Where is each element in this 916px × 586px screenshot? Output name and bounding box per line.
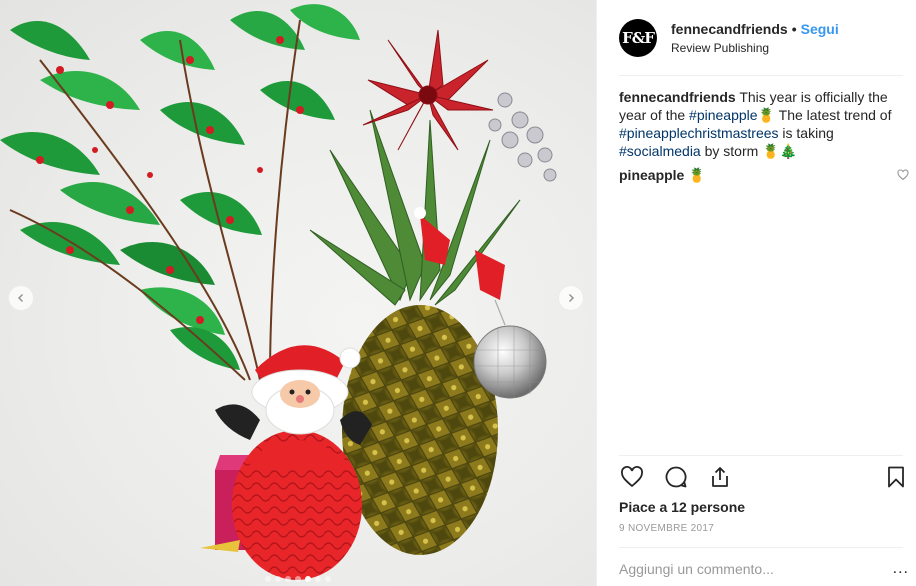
share-button[interactable] (707, 464, 733, 490)
caption-text: by storm (704, 143, 759, 159)
likes-count[interactable]: Piace a 12 persone (619, 498, 745, 516)
caption-username[interactable]: fennecandfriends (619, 89, 736, 105)
header-separator: • (791, 21, 797, 37)
heart-icon (621, 466, 643, 488)
post-actions (619, 462, 909, 492)
small-heart-icon[interactable] (897, 169, 909, 181)
share-icon (712, 467, 728, 487)
carousel-dot[interactable] (265, 576, 271, 582)
carousel-dot[interactable] (325, 576, 331, 582)
bookmark-icon (888, 466, 904, 488)
post-header: F&F fennecandfriends • Segui Review Publis… (619, 16, 905, 60)
add-comment-section: ... (619, 561, 909, 577)
like-button[interactable] (619, 464, 645, 490)
more-options-button[interactable]: ... (893, 561, 909, 577)
post-details-panel: F&F fennecandfriends • Segui Review Publis… (596, 0, 916, 586)
comment-button[interactable] (663, 464, 689, 490)
pineapple-christmas-tree-image (0, 4, 557, 580)
carousel-indicator (0, 576, 596, 582)
post-photo[interactable] (0, 0, 596, 586)
hashtag-pineapple[interactable]: #pineapple (689, 107, 758, 123)
comment-icon (665, 466, 687, 488)
comment-item: pineapple 🍍 (619, 166, 909, 184)
hashtag-socialmedia[interactable]: #socialmedia (619, 143, 701, 159)
author-username[interactable]: fennecandfriends (671, 21, 788, 37)
post-caption: fennecandfriends This year is officially… (619, 88, 905, 160)
follow-button[interactable]: Segui (801, 21, 839, 37)
comment-text[interactable]: pineapple (619, 167, 684, 183)
next-slide-button[interactable] (558, 285, 584, 311)
divider (619, 455, 903, 456)
caption-text: The latest trend of (778, 107, 892, 123)
previous-slide-button[interactable] (8, 285, 34, 311)
avatar[interactable]: F&F (619, 19, 657, 57)
comment-input[interactable] (619, 561, 859, 577)
caption-text: is taking (782, 125, 834, 141)
carousel-dot[interactable] (305, 576, 311, 582)
divider (619, 547, 903, 548)
carousel-dot[interactable] (275, 576, 281, 582)
carousel-dot[interactable] (315, 576, 321, 582)
pineapple-tree-emoji: 🍍🎄 (762, 143, 798, 159)
carousel-dot[interactable] (295, 576, 301, 582)
header-text: fennecandfriends • Segui Review Publishing (671, 20, 839, 56)
comment-emoji: 🍍 (688, 167, 706, 183)
chevron-right-icon (569, 294, 574, 302)
hashtag-pineapplechristmastrees[interactable]: #pineapplechristmastrees (619, 125, 779, 141)
post-date: 9 NOVEMBRE 2017 (619, 523, 715, 534)
divider (619, 75, 903, 76)
author-subtitle[interactable]: Review Publishing (671, 40, 839, 56)
chevron-left-icon (18, 294, 23, 302)
pineapple-emoji: 🍍 (757, 107, 775, 123)
save-button[interactable] (883, 464, 909, 490)
carousel-dot[interactable] (285, 576, 291, 582)
